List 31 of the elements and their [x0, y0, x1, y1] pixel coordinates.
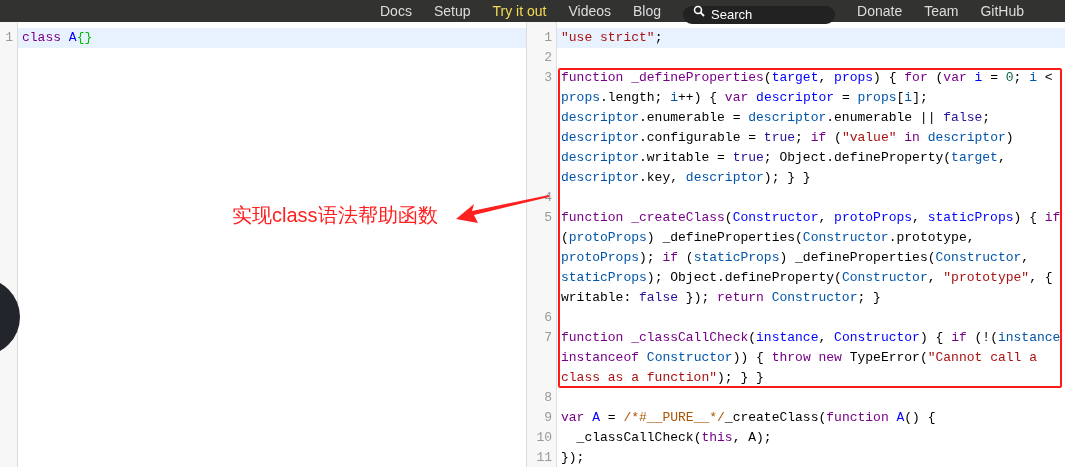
- arrow-icon: [456, 194, 550, 226]
- code-line: class A{}: [22, 29, 94, 47]
- nav-link[interactable]: Blog: [633, 0, 662, 22]
- nav-link[interactable]: GitHub: [980, 0, 1024, 22]
- code-line: function _defineProperties(target, props) { for (var i = 0; i < props.length; i++) { var descriptor = props[i]; descriptor.enumerable = descriptor.enumerable || false; descriptor.configurable = true; if ("value" in descriptor) descriptor.writable = true; Object.defineProperty(target, descriptor.key, descriptor); } }: [561, 69, 1054, 187]
- nav-link[interactable]: Try it out: [492, 0, 547, 22]
- line-number: 5: [544, 210, 552, 225]
- line-number: 8: [544, 390, 552, 405]
- code-line: var A = /*#__PURE__*/_createClass(function A() {: [561, 409, 937, 427]
- nav-link[interactable]: Donate: [857, 0, 903, 22]
- line-number: 1: [5, 30, 13, 45]
- line-number: 11: [536, 450, 552, 465]
- code-line: });: [561, 449, 586, 467]
- line-number: 1: [544, 30, 552, 45]
- line-number: 3: [544, 70, 552, 85]
- code-line: _classCallCheck(this, A);: [575, 429, 773, 447]
- nav-link[interactable]: Team: [924, 0, 959, 22]
- line-number: 7: [544, 330, 552, 345]
- search-field[interactable]: Search: [683, 5, 836, 24]
- code-line: function _classCallCheck(instance, Constructor) { if (!(instance instanceof Constructor)) { throw new TypeError("Cannot call a class as a function"); } }: [561, 329, 1061, 387]
- line-number: 6: [544, 310, 552, 325]
- line-number: 2: [544, 50, 552, 65]
- line-number: 9: [544, 410, 552, 425]
- search-icon: [693, 5, 706, 17]
- code-line: "use strict";: [561, 29, 664, 47]
- line-number: 10: [536, 430, 552, 445]
- nav-link[interactable]: Docs: [380, 0, 412, 22]
- nav-link[interactable]: Videos: [568, 0, 611, 22]
- code-line: function _createClass(Constructor, protoProps, staticProps) { if (protoProps) _defineProperties(Constructor.prototype, protoProps); if (staticProps) _defineProperties(Constructor, staticProps); Object.defineProperty(Constructor, "prototype", { writable: false }); return Constructor; }: [561, 209, 1061, 307]
- nav-link[interactable]: Setup: [433, 0, 471, 22]
- annotation-text: 实现class语法帮助函数: [232, 203, 438, 228]
